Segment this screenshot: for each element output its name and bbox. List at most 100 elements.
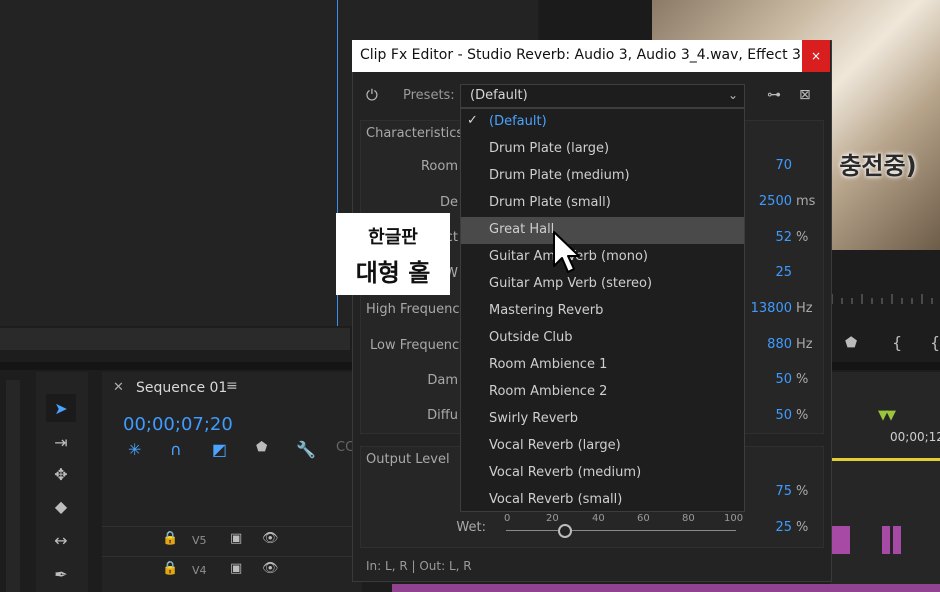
add-marker-icon[interactable]: ⬟ xyxy=(256,440,267,455)
track-select-tool-icon[interactable]: ⇥ xyxy=(46,428,76,456)
snap-icon[interactable]: ∩ xyxy=(170,440,182,459)
preset-option[interactable]: Swirly Reverb xyxy=(461,406,744,433)
track-label: V4 xyxy=(192,564,207,577)
tools-panel: ➤ ⇥ ✥ ◆ ↔ ✒ xyxy=(36,372,88,592)
param-label: De xyxy=(439,195,458,210)
wet-slider-knob[interactable] xyxy=(558,524,572,538)
scale-tick: 100 xyxy=(724,513,744,524)
preset-option[interactable]: Vocal Reverb (small) xyxy=(461,487,744,511)
work-area-bar[interactable] xyxy=(830,458,940,461)
param-label: High Frequency xyxy=(366,302,468,317)
scale-tick: 20 xyxy=(546,513,559,524)
lock-icon[interactable]: 🔒 xyxy=(162,531,178,546)
mark-in-icon[interactable]: { xyxy=(892,333,902,352)
preset-option-label: Great Hall xyxy=(489,222,555,237)
wet-slider-track[interactable] xyxy=(506,530,736,531)
preset-option-label: Drum Plate (medium) xyxy=(489,168,630,183)
eye-icon[interactable]: 👁 xyxy=(262,561,279,576)
settings-wrench-icon[interactable]: 🔧 xyxy=(296,440,316,459)
presets-dropdown-list: ✓ (Default) Drum Plate (large) Drum Plat… xyxy=(460,108,745,512)
razor-tool-icon[interactable]: ◆ xyxy=(46,492,76,520)
timeline-clip[interactable] xyxy=(392,584,940,592)
scale-tick: 0 xyxy=(504,513,511,524)
preset-option[interactable]: Vocal Reverb (large) xyxy=(461,433,744,460)
presets-dropdown[interactable]: (Default) ⌄ xyxy=(460,84,745,108)
audio-meter xyxy=(6,380,20,592)
selection-tool-icon[interactable]: ➤ xyxy=(46,394,76,422)
timeline-clip[interactable] xyxy=(830,526,850,554)
sync-lock-icon[interactable]: ▣ xyxy=(230,561,242,576)
preset-option-label: Swirly Reverb xyxy=(489,411,579,426)
param-unit: % xyxy=(796,408,809,423)
delete-preset-icon[interactable]: ⊠ xyxy=(799,87,811,103)
track-row-v5: 🔒 V5 ▣ 👁 xyxy=(102,526,362,555)
dialog-title: Clip Fx Editor - Studio Reverb: Audio 3,… xyxy=(360,47,800,63)
chevron-down-icon: ⌄ xyxy=(727,88,738,102)
output-level-heading: Output Level xyxy=(366,452,450,467)
ripple-edit-tool-icon[interactable]: ✥ xyxy=(46,460,76,488)
track-row-v4: 🔒 V4 ▣ 👁 xyxy=(102,556,362,585)
program-ruler xyxy=(831,294,933,304)
preset-option-label: Room Ambience 2 xyxy=(489,384,608,399)
sequence-menu-icon[interactable]: ≡ xyxy=(226,378,238,394)
preset-option[interactable]: Vocal Reverb (medium) xyxy=(461,460,744,487)
scale-tick: 80 xyxy=(682,513,695,524)
preset-selected-value: (Default) xyxy=(470,88,528,103)
preset-option-label: Mastering Reverb xyxy=(489,303,604,318)
timeline-tracks xyxy=(830,372,940,592)
scale-tick: 40 xyxy=(592,513,605,524)
annotation-line1: 한글판 xyxy=(368,227,418,248)
annotation-line2: 대형 홀 xyxy=(355,259,431,287)
preset-option[interactable]: Drum Plate (medium) xyxy=(461,163,744,190)
preset-option-label: Vocal Reverb (large) xyxy=(489,438,621,453)
dry-unit: % xyxy=(796,484,809,499)
preset-option[interactable]: ✓ (Default) xyxy=(461,109,744,136)
param-unit: ms xyxy=(796,194,816,209)
preset-option[interactable]: Mastering Reverb xyxy=(461,298,744,325)
lock-icon[interactable]: 🔒 xyxy=(162,561,178,576)
preset-option[interactable]: Drum Plate (small) xyxy=(461,190,744,217)
preset-option[interactable]: Room Ambience 1 xyxy=(461,352,744,379)
sequence-timecode[interactable]: 00;00;07;20 xyxy=(123,414,233,435)
mouse-cursor-icon xyxy=(553,231,580,273)
param-unit: % xyxy=(796,230,809,245)
slip-tool-icon[interactable]: ↔ xyxy=(46,526,76,554)
close-button[interactable]: × xyxy=(802,40,830,72)
preset-option-label: Outside Club xyxy=(489,330,573,345)
dialog-titlebar[interactable]: Clip Fx Editor - Studio Reverb: Audio 3,… xyxy=(352,40,830,72)
preset-option-label: Vocal Reverb (small) xyxy=(489,492,623,507)
linked-selection-icon[interactable]: ◩ xyxy=(212,440,227,459)
preset-option[interactable]: Great Hall xyxy=(461,217,744,244)
param-unit: % xyxy=(796,372,809,387)
video-overlay-text: ) 충전중) xyxy=(820,152,917,180)
power-icon[interactable]: ⏻ xyxy=(366,86,378,104)
sync-lock-icon[interactable]: ▣ xyxy=(230,531,242,546)
save-preset-icon[interactable]: ⊶ xyxy=(767,87,781,103)
param-label: Room xyxy=(420,159,458,174)
preset-option[interactable]: Guitar Amp Verb (mono) xyxy=(461,244,744,271)
close-sequence-icon[interactable]: ✕ xyxy=(113,380,124,395)
characteristics-heading: Characteristics xyxy=(366,126,464,141)
eye-icon[interactable]: 👁 xyxy=(262,531,279,546)
preset-option[interactable]: Drum Plate (large) xyxy=(461,136,744,163)
timeline-clip[interactable] xyxy=(893,526,901,554)
mark-out-icon[interactable]: { xyxy=(930,333,940,352)
presets-label: Presets: xyxy=(403,88,455,103)
preset-option[interactable]: Guitar Amp Verb (stereo) xyxy=(461,271,744,298)
param-label: Diffu xyxy=(427,408,458,423)
sequence-title[interactable]: Sequence 01 xyxy=(136,380,227,396)
pen-tool-icon[interactable]: ✒ xyxy=(46,560,76,588)
preset-option[interactable]: Room Ambience 2 xyxy=(461,379,744,406)
track-label: V5 xyxy=(192,534,207,547)
nest-icon[interactable]: ✳ xyxy=(128,440,141,459)
param-unit: Hz xyxy=(796,301,813,316)
timeline-markers-icon[interactable]: ▼▼ xyxy=(878,408,896,423)
param-label: Low Frequency xyxy=(370,338,467,353)
preset-option[interactable]: Outside Club xyxy=(461,325,744,352)
preset-option-label: Drum Plate (large) xyxy=(489,141,610,156)
preset-option-label: Guitar Amp Verb (stereo) xyxy=(489,276,653,291)
timeline-clip[interactable] xyxy=(882,526,890,554)
wet-slider-scale: 0 20 40 60 80 100 xyxy=(500,513,744,525)
marker-icon[interactable]: ⬟ xyxy=(845,335,857,351)
monitor-scrollbar[interactable] xyxy=(0,328,350,350)
